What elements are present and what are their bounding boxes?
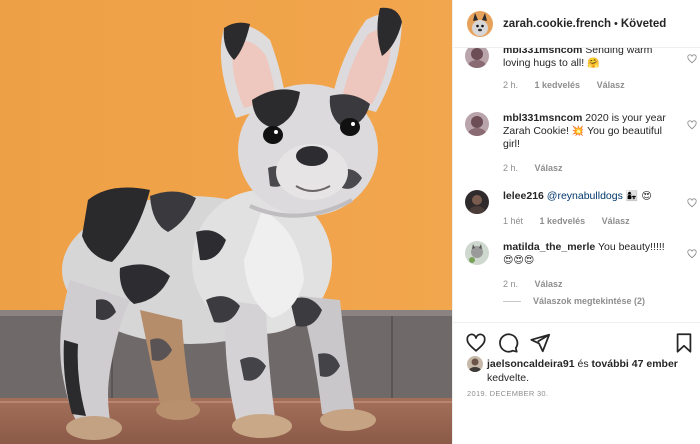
french-bulldog-photo xyxy=(0,0,452,444)
comment-icon[interactable] xyxy=(497,332,519,354)
likes-connector: és xyxy=(577,357,589,370)
share-icon[interactable] xyxy=(529,332,551,354)
comment-message: You beauty!!!!! xyxy=(597,241,665,253)
comment-reply-button[interactable]: Válasz xyxy=(535,163,563,173)
comment-like-heart-icon[interactable] xyxy=(687,249,697,259)
comment-text: lelee216 @reynabulldogs 👩‍👧 😍 xyxy=(503,190,673,203)
comment-like-heart-icon[interactable] xyxy=(687,120,697,130)
comment-item: lelee216 @reynabulldogs 👩‍👧 😍 1 hét 1 ke… xyxy=(465,190,697,234)
view-replies-label: Válaszok megtekintése (2) xyxy=(533,296,646,306)
comment-username[interactable]: lelee216 xyxy=(503,190,544,202)
comment-meta: 1 hét 1 kedvelés Válasz xyxy=(503,216,644,226)
comment-text: mbl331msncom 2020 is your year Zarah Coo… xyxy=(503,112,673,151)
commenter-avatar[interactable] xyxy=(465,190,489,214)
comment-text: mbl331msncom Sending warm loving hugs to… xyxy=(503,48,673,70)
comment-mention-link[interactable]: @reynabulldogs xyxy=(547,190,623,202)
follow-status-button[interactable]: Követed xyxy=(621,18,666,30)
comment-reply-button[interactable]: Válasz xyxy=(602,216,630,226)
comment-meta: 2 h. 1 kedvelés Válasz xyxy=(503,80,639,90)
commenter-avatar-image xyxy=(465,48,489,68)
bookmark-icon[interactable] xyxy=(673,332,695,354)
comment-meta: 2 n. Válasz xyxy=(503,279,577,289)
commenter-avatar-image xyxy=(465,241,489,265)
family-heart-eyes-emoji: 👩‍👧 😍 xyxy=(625,191,652,202)
comments-list[interactable]: mbl331msncom Sending warm loving hugs to… xyxy=(453,48,700,320)
other-likers-link[interactable]: további 47 ember xyxy=(592,358,678,370)
comment-time: 2 h. xyxy=(503,163,519,173)
comment-item: matilda_the_merle You beauty!!!!! 😍😍😍 2 … xyxy=(465,241,697,299)
comment-likes-link[interactable]: 1 kedvelés xyxy=(540,216,586,226)
comment-reply-button[interactable]: Válasz xyxy=(597,80,625,90)
liker-avatar-image xyxy=(467,356,483,372)
post-photo[interactable] xyxy=(0,0,452,444)
likes-summary: jaelsoncaldeira91 és további 47 ember ke… xyxy=(467,356,693,385)
heart-icon[interactable] xyxy=(465,332,487,354)
side-panel: zarah.cookie.french • Követed mbl331msnc… xyxy=(452,0,700,444)
comment-text: matilda_the_merle You beauty!!!!! 😍😍😍 xyxy=(503,241,673,267)
liker-username[interactable]: jaelsoncaldeira91 xyxy=(487,358,575,370)
author-avatar[interactable] xyxy=(467,10,493,37)
commenter-avatar[interactable] xyxy=(465,241,489,265)
heart-eyes-emoji: 😍😍😍 xyxy=(503,255,535,266)
post-date[interactable]: 2019. DECEMBER 30. xyxy=(467,389,548,398)
commenter-avatar-image xyxy=(465,112,489,136)
liker-avatar[interactable] xyxy=(467,356,483,372)
comment-like-heart-icon[interactable] xyxy=(687,198,697,208)
header-separator: • xyxy=(614,17,618,30)
commenter-avatar[interactable] xyxy=(465,112,489,136)
commenter-avatar-image xyxy=(465,190,489,214)
comment-time: 2 n. xyxy=(503,279,519,289)
comment-time: 1 hét xyxy=(503,216,524,226)
comment-item: mbl331msncom 2020 is your year Zarah Coo… xyxy=(465,112,697,178)
author-username[interactable]: zarah.cookie.french xyxy=(503,18,611,30)
view-replies-button[interactable]: Válaszok megtekintése (2) xyxy=(503,296,645,306)
post-header: zarah.cookie.french • Követed xyxy=(453,0,700,48)
comment-meta: 2 h. Válasz xyxy=(503,163,577,173)
author-avatar-image xyxy=(467,10,493,37)
instagram-post: zarah.cookie.french • Követed mbl331msnc… xyxy=(0,0,700,444)
comment-reply-button[interactable]: Válasz xyxy=(535,279,563,289)
hugging-emoji: 🤗 xyxy=(587,58,600,69)
comment-username[interactable]: matilda_the_merle xyxy=(503,241,595,253)
comment-time: 2 h. xyxy=(503,80,519,90)
comment-username[interactable]: mbl331msncom xyxy=(503,48,582,56)
comment-item: mbl331msncom Sending warm loving hugs to… xyxy=(465,48,697,100)
comment-like-heart-icon[interactable] xyxy=(687,54,697,64)
likes-suffix: kedvelte. xyxy=(487,372,530,384)
comment-username[interactable]: mbl331msncom xyxy=(503,112,582,124)
collision-emoji: 💥 xyxy=(571,126,585,137)
comment-likes-link[interactable]: 1 kedvelés xyxy=(535,80,581,90)
commenter-avatar[interactable] xyxy=(465,48,489,68)
view-replies-line xyxy=(503,300,521,302)
